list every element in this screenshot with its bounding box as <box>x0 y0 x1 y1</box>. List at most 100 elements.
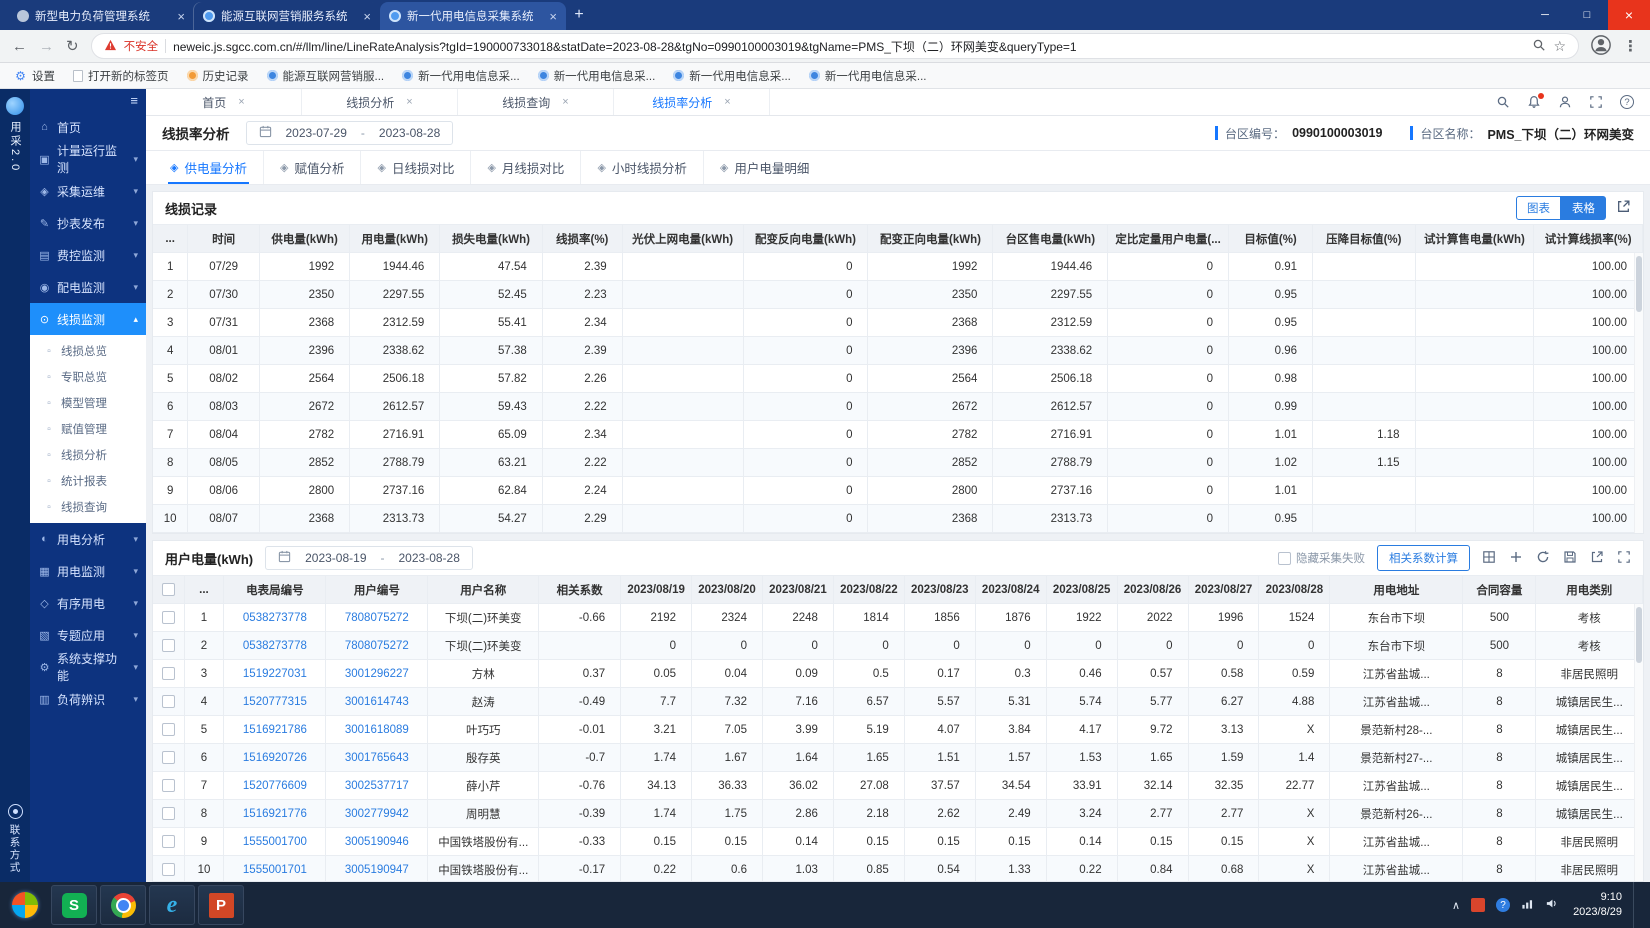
hide-failed-toggle[interactable]: 隐藏采集失败 <box>1278 550 1365 566</box>
sidebar-subitem[interactable]: ▫线损总览 <box>30 338 146 364</box>
fullscreen-icon[interactable] <box>1589 95 1603 109</box>
checkbox[interactable] <box>162 807 175 820</box>
checkbox[interactable] <box>1278 552 1291 565</box>
notifications-bell-icon[interactable] <box>1527 95 1541 109</box>
sidebar-item[interactable]: ▣计量运行监测▾ <box>30 143 146 175</box>
scrollbar-thumb[interactable] <box>1636 607 1642 663</box>
subtab[interactable]: ◈赋值分析 <box>264 151 361 184</box>
cell-link[interactable]: 1519227031 <box>224 660 326 688</box>
cell-link[interactable]: 1516921786 <box>224 716 326 744</box>
browser-tab[interactable]: 新型电力负荷管理系统× <box>8 2 194 30</box>
refresh-button[interactable]: ↻ <box>66 37 79 55</box>
bookmark-item[interactable]: 打开新的标签页 <box>73 68 169 84</box>
bookmark-item[interactable]: 新一代用电信息采... <box>538 68 656 84</box>
subtab[interactable]: ◈用户电量明细 <box>704 151 825 184</box>
tab-close-icon[interactable]: × <box>549 9 557 24</box>
browser-tab[interactable]: 能源互联网营销服务系统× <box>194 2 380 30</box>
taskbar-app-ie[interactable]: e <box>149 885 195 925</box>
bookmark-item[interactable]: 能源互联网营销服... <box>267 68 385 84</box>
subtab[interactable]: ◈小时线损分析 <box>581 151 703 184</box>
sidebar-subitem[interactable]: ▫专职总览 <box>30 364 146 390</box>
maximize-button[interactable]: □ <box>1566 0 1608 30</box>
app-tab[interactable]: 线损查询× <box>458 89 614 115</box>
tab-close-icon[interactable]: × <box>177 9 185 24</box>
taskbar-app-wps[interactable]: S <box>51 885 97 925</box>
export-icon[interactable] <box>1616 199 1631 217</box>
sidebar-subitem[interactable]: ▫线损分析 <box>30 442 146 468</box>
correlation-calc-button[interactable]: 相关系数计算 <box>1377 545 1470 571</box>
bookmark-item[interactable]: ⚙设置 <box>14 68 55 84</box>
add-icon[interactable] <box>1509 550 1523 567</box>
user-icon[interactable] <box>1558 95 1572 109</box>
sidebar-collapse-icon[interactable]: ≡ <box>130 93 138 108</box>
save-icon[interactable] <box>1563 550 1577 567</box>
tab-close-icon[interactable]: × <box>406 96 412 108</box>
browser-tab[interactable]: 新一代用电信息采集系统× <box>380 2 566 30</box>
sidebar-item[interactable]: ▥负荷辨识▾ <box>30 683 146 715</box>
forward-button[interactable]: → <box>39 38 54 55</box>
checkbox[interactable] <box>162 779 175 792</box>
app-tab[interactable]: 线损率分析× <box>614 89 770 115</box>
date-range-picker[interactable]: 2023-08-19 - 2023-08-28 <box>265 546 473 570</box>
speaker-icon[interactable] <box>1545 897 1558 913</box>
taskbar-clock[interactable]: 9:10 2023/8/29 <box>1569 890 1622 920</box>
tab-close-icon[interactable]: × <box>562 96 568 108</box>
bookmark-item[interactable]: 新一代用电信息采... <box>402 68 520 84</box>
cell-link[interactable]: 0538273778 <box>224 632 326 660</box>
tab-close-icon[interactable]: × <box>238 96 244 108</box>
cell-link[interactable]: 3002537717 <box>326 772 428 800</box>
checkbox[interactable] <box>162 667 175 680</box>
show-desktop-button[interactable] <box>1633 882 1640 928</box>
scrollbar-thumb[interactable] <box>1636 256 1642 312</box>
checkbox[interactable] <box>162 611 175 624</box>
tray-expand-icon[interactable]: ∧ <box>1452 899 1460 912</box>
cell-link[interactable]: 1516921776 <box>224 800 326 828</box>
tray-app-icon[interactable] <box>1471 898 1485 912</box>
sidebar-item[interactable]: ▤费控监测▾ <box>30 239 146 271</box>
network-icon[interactable] <box>1521 897 1534 913</box>
tab-close-icon[interactable]: × <box>363 9 371 24</box>
column-settings-icon[interactable] <box>1482 550 1496 567</box>
cell-link[interactable]: 1520777315 <box>224 688 326 716</box>
scrollbar[interactable] <box>1634 604 1643 881</box>
bookmark-star-icon[interactable]: ☆ <box>1553 38 1566 55</box>
cell-link[interactable]: 7808075272 <box>326 632 428 660</box>
cell-link[interactable]: 0538273778 <box>224 604 326 632</box>
table-view-button[interactable]: 表格 <box>1561 196 1606 220</box>
cell-link[interactable]: 1520776609 <box>224 772 326 800</box>
checkbox[interactable] <box>162 751 175 764</box>
checkbox[interactable] <box>162 583 175 596</box>
date-range-picker[interactable]: 2023-07-29 - 2023-08-28 <box>246 121 454 145</box>
checkbox[interactable] <box>162 639 175 652</box>
sidebar-item[interactable]: ◐用电分析▾ <box>30 523 146 555</box>
sidebar-subitem[interactable]: ▫线损查询 <box>30 494 146 520</box>
sidebar-item[interactable]: ◈采集运维▾ <box>30 175 146 207</box>
cell-link[interactable]: 3002779942 <box>326 800 428 828</box>
cell-link[interactable]: 1555001700 <box>224 828 326 856</box>
subtab[interactable]: ◈日线损对比 <box>361 151 471 184</box>
help-icon[interactable]: ? <box>1620 95 1634 109</box>
bookmark-item[interactable]: 新一代用电信息采... <box>809 68 927 84</box>
sidebar-item[interactable]: ✎抄表发布▾ <box>30 207 146 239</box>
start-button[interactable] <box>2 882 48 928</box>
subtab[interactable]: ◈供电量分析 <box>154 151 264 184</box>
app-tab[interactable]: 线损分析× <box>302 89 458 115</box>
cell-link[interactable]: 7808075272 <box>326 604 428 632</box>
fullscreen-icon[interactable] <box>1617 550 1631 567</box>
checkbox[interactable] <box>162 695 175 708</box>
cell-link[interactable]: 3001614743 <box>326 688 428 716</box>
tray-help-icon[interactable]: ? <box>1496 898 1510 912</box>
sidebar-item[interactable]: ⊙线损监测▴ <box>30 303 146 335</box>
sidebar-item[interactable]: ⌂首页 <box>30 111 146 143</box>
cell-link[interactable]: 1555001701 <box>224 856 326 882</box>
cell-link[interactable]: 1516920726 <box>224 744 326 772</box>
zoom-icon[interactable] <box>1532 38 1546 55</box>
bookmark-item[interactable]: 历史记录 <box>187 68 249 84</box>
bookmark-item[interactable]: 新一代用电信息采... <box>673 68 791 84</box>
address-bar[interactable]: 不安全 neweic.js.sgcc.com.cn/#/llm/line/Lin… <box>91 33 1579 59</box>
export-icon[interactable] <box>1590 550 1604 567</box>
sidebar-subitem[interactable]: ▫赋值管理 <box>30 416 146 442</box>
back-button[interactable]: ← <box>12 38 27 55</box>
cell-link[interactable]: 3005190947 <box>326 856 428 882</box>
checkbox[interactable] <box>162 835 175 848</box>
